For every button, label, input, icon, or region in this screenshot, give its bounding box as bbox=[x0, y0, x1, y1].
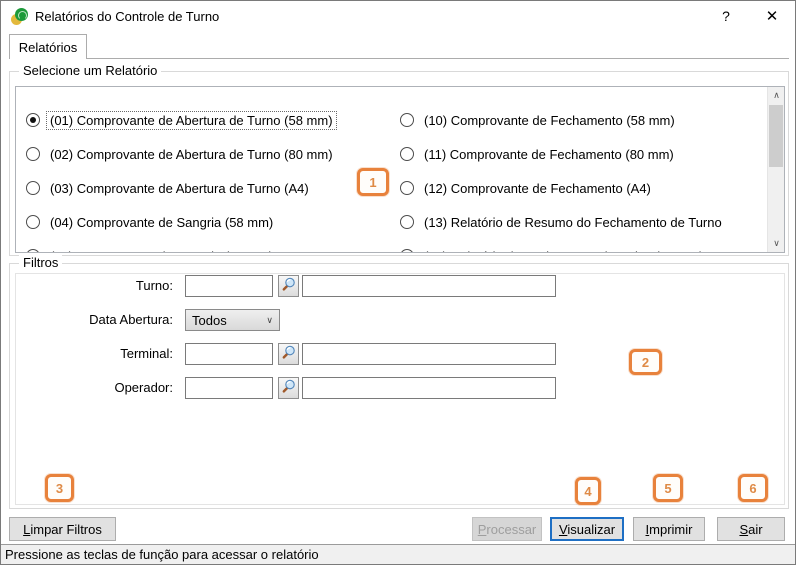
status-text: Pressione as teclas de função para acess… bbox=[5, 547, 319, 562]
radio-icon bbox=[26, 215, 40, 229]
annotation-badge-5: 5 bbox=[653, 474, 683, 502]
report-option-label: (01) Comprovante de Abertura de Turno (5… bbox=[46, 110, 337, 130]
dialog-window: Relatórios do Controle de Turno ? ✕ Rela… bbox=[0, 0, 796, 565]
scroll-down-icon[interactable]: ∨ bbox=[768, 235, 784, 252]
report-option-01[interactable]: (01) Comprovante de Abertura de Turno (5… bbox=[26, 108, 388, 132]
turno-label: Turno: bbox=[135, 278, 173, 293]
close-button[interactable]: ✕ bbox=[755, 1, 789, 31]
report-option-04[interactable]: (04) Comprovante de Sangria (58 mm) bbox=[26, 210, 388, 234]
report-option-label: (05) Comprovante de Sangria (80 mm) bbox=[47, 248, 276, 253]
radio-icon bbox=[26, 113, 40, 127]
scrollbar-thumb[interactable] bbox=[769, 105, 783, 167]
radio-icon bbox=[400, 147, 414, 161]
report-groupbox-legend: Selecione um Relatório bbox=[19, 63, 162, 78]
terminal-code-input[interactable] bbox=[185, 343, 273, 365]
imprimir-button[interactable]: Imprimir bbox=[633, 517, 705, 541]
app-icon-green-disc bbox=[15, 8, 28, 21]
report-list: (01) Comprovante de Abertura de Turno (5… bbox=[15, 86, 785, 253]
radio-icon bbox=[400, 215, 414, 229]
operador-lookup-button[interactable] bbox=[278, 377, 299, 399]
filters-groupbox-legend: Filtros bbox=[19, 255, 63, 270]
report-option-02[interactable]: (02) Comprovante de Abertura de Turno (8… bbox=[26, 142, 388, 166]
operador-label: Operador: bbox=[114, 380, 173, 395]
radio-icon bbox=[400, 249, 414, 252]
sair-button[interactable]: Sair bbox=[717, 517, 785, 541]
terminal-label: Terminal: bbox=[120, 346, 173, 361]
turno-lookup-button[interactable] bbox=[278, 275, 299, 297]
report-option-10[interactable]: (10) Comprovante de Fechamento (58 mm) bbox=[400, 108, 768, 132]
magnifier-icon bbox=[281, 379, 296, 397]
data-abertura-label: Data Abertura: bbox=[89, 312, 173, 327]
terminal-lookup-button[interactable] bbox=[278, 343, 299, 365]
report-option-14[interactable]: (14) Relatório de Fechamento de Caixa (5… bbox=[400, 244, 768, 253]
annotation-badge-6: 6 bbox=[738, 474, 768, 502]
magnifier-icon bbox=[281, 277, 296, 295]
radio-icon bbox=[26, 249, 40, 252]
visualizar-button[interactable]: Visualizar bbox=[550, 517, 624, 541]
radio-icon bbox=[26, 181, 40, 195]
title-bar: Relatórios do Controle de Turno ? ✕ bbox=[1, 1, 795, 32]
data-abertura-selected-value: Todos bbox=[192, 312, 227, 328]
radio-icon bbox=[400, 181, 414, 195]
terminal-description-input[interactable] bbox=[302, 343, 556, 365]
tab-strip-line bbox=[9, 58, 789, 59]
turno-code-input[interactable] bbox=[185, 275, 273, 297]
report-option-11[interactable]: (11) Comprovante de Fechamento (80 mm) bbox=[400, 142, 768, 166]
tab-relatorios-label: Relatórios bbox=[18, 39, 78, 55]
operador-description-input[interactable] bbox=[302, 377, 556, 399]
help-button[interactable]: ? bbox=[709, 1, 743, 31]
report-option-label: (11) Comprovante de Fechamento (80 mm) bbox=[424, 146, 674, 162]
report-option-label: (03) Comprovante de Abertura de Turno (A… bbox=[50, 180, 309, 196]
vertical-scrollbar[interactable]: ∧ ∨ bbox=[767, 87, 784, 252]
operador-code-input[interactable] bbox=[185, 377, 273, 399]
report-option-label: (13) Relatório de Resumo do Fechamento d… bbox=[424, 214, 722, 230]
data-abertura-select[interactable]: Todos ∨ bbox=[185, 309, 280, 331]
chevron-down-icon: ∨ bbox=[266, 314, 273, 325]
radio-icon bbox=[26, 147, 40, 161]
scroll-up-icon[interactable]: ∧ bbox=[768, 87, 784, 104]
report-option-label: (10) Comprovante de Fechamento (58 mm) bbox=[424, 112, 675, 128]
limpar-filtros-button[interactable]: Limpar Filtros bbox=[9, 517, 116, 541]
magnifier-icon bbox=[281, 345, 296, 363]
annotation-badge-2: 2 bbox=[629, 349, 662, 375]
report-option-label: (14) Relatório de Fechamento de Caixa (5… bbox=[421, 248, 707, 253]
app-icon bbox=[11, 8, 29, 26]
tab-relatorios[interactable]: Relatórios bbox=[9, 34, 87, 59]
report-option-label: (12) Comprovante de Fechamento (A4) bbox=[424, 180, 651, 196]
report-option-05[interactable]: (05) Comprovante de Sangria (80 mm) bbox=[26, 244, 388, 253]
radio-icon bbox=[400, 113, 414, 127]
window-title: Relatórios do Controle de Turno bbox=[35, 9, 220, 24]
processar-button: Processar bbox=[472, 517, 542, 541]
turno-description-input[interactable] bbox=[302, 275, 556, 297]
report-option-label: (04) Comprovante de Sangria (58 mm) bbox=[50, 214, 274, 230]
annotation-badge-4: 4 bbox=[575, 477, 601, 505]
annotation-badge-1: 1 bbox=[357, 168, 389, 196]
report-option-label: (02) Comprovante de Abertura de Turno (8… bbox=[50, 146, 333, 162]
annotation-badge-3: 3 bbox=[45, 474, 74, 502]
report-option-03[interactable]: (03) Comprovante de Abertura de Turno (A… bbox=[26, 176, 388, 200]
report-option-12[interactable]: (12) Comprovante de Fechamento (A4) bbox=[400, 176, 768, 200]
report-option-13[interactable]: (13) Relatório de Resumo do Fechamento d… bbox=[400, 210, 768, 234]
status-bar: Pressione as teclas de função para acess… bbox=[1, 544, 795, 564]
